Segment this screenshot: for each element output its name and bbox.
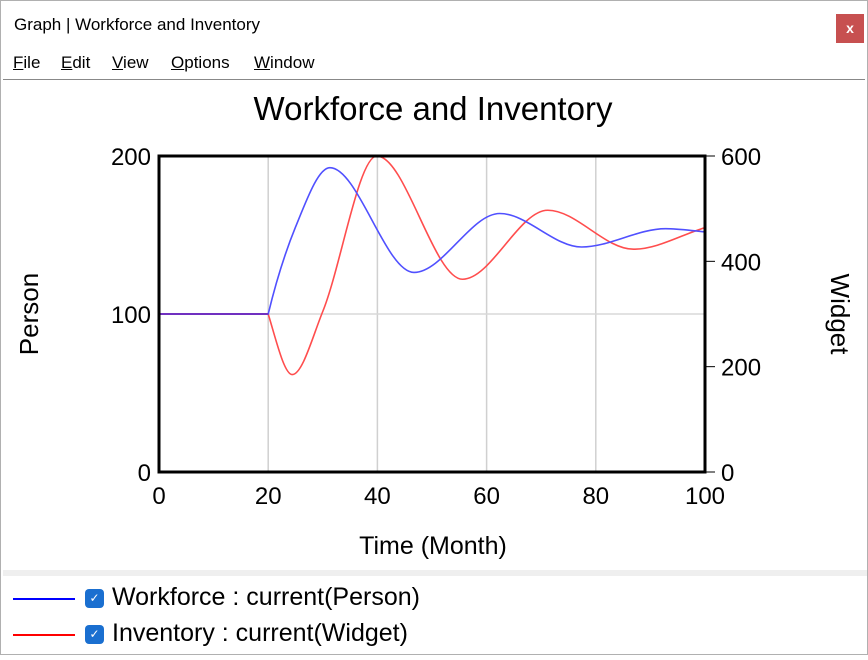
menu-window[interactable]: Window (254, 53, 314, 73)
checkbox-workforce[interactable]: ✓ (85, 589, 104, 608)
graph-window: Graph | Workforce and Inventory x File E… (0, 0, 868, 655)
legend-label: Inventory : current(Widget) (112, 619, 408, 647)
legend-item-inventory: ✓ Inventory : current(Widget) (3, 617, 603, 651)
menu-edit[interactable]: Edit (61, 53, 90, 73)
y-tick-label: 0 (138, 460, 151, 487)
close-button[interactable]: x (836, 14, 864, 43)
x-axis-label: Time (Month) (359, 532, 507, 560)
y-axis-label: Person (14, 273, 44, 355)
y2-axis-label: Widget (825, 274, 855, 356)
x-tick-label: 20 (255, 483, 282, 510)
title-bar: Graph | Workforce and Inventory x (1, 1, 867, 47)
y2-tick-label: 600 (721, 144, 761, 171)
y2-tick-label: 0 (721, 460, 734, 487)
graph-area: Workforce and Inventory 0 20 40 60 80 100 0 100 2… (3, 79, 867, 653)
menu-file[interactable]: File (13, 53, 40, 73)
legend-line-workforce (13, 598, 75, 600)
menu-options[interactable]: Options (171, 53, 230, 73)
x-tick-label: 60 (473, 483, 500, 510)
x-tick-label: 100 (685, 483, 725, 510)
y-tick-label: 200 (111, 144, 151, 171)
legend-label: Workforce : current(Person) (112, 583, 420, 611)
y2-tick-label: 200 (721, 355, 761, 382)
y2-tick-label: 400 (721, 249, 761, 276)
legend: ✓ Workforce : current(Person) ✓ Inventor… (3, 570, 867, 660)
y-tick-label: 100 (111, 302, 151, 329)
series-line-workforce (159, 166, 705, 315)
x-tick-label: 0 (152, 483, 165, 510)
chart: Workforce and Inventory0 20 40 60 80 10001002… (14, 90, 855, 560)
x-tick-label: 40 (364, 483, 391, 510)
checkbox-inventory[interactable]: ✓ (85, 625, 104, 644)
menu-view[interactable]: View (112, 53, 149, 73)
x-tick-label: 80 (582, 483, 609, 510)
chart-title: Workforce and Inventory (254, 90, 613, 127)
menu-bar: File Edit View Options Window (1, 49, 867, 77)
legend-item-workforce: ✓ Workforce : current(Person) (3, 581, 603, 615)
legend-line-inventory (13, 634, 75, 636)
window-title: Graph | Workforce and Inventory (14, 15, 260, 34)
